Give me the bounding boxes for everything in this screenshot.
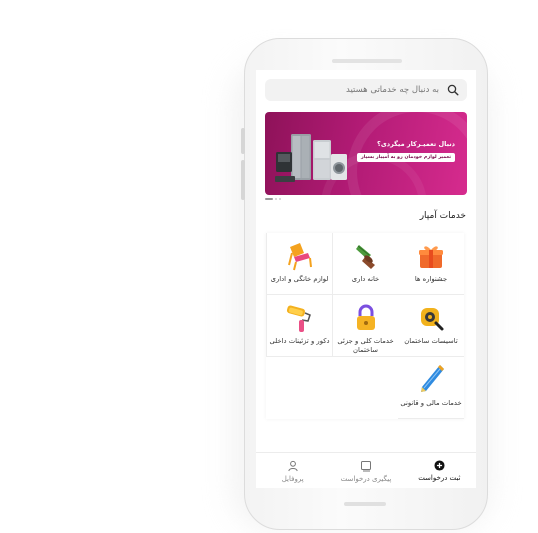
search-bar[interactable] (265, 79, 467, 101)
banner-pagination (265, 198, 281, 200)
service-label: خدمات مالی و قانونی (400, 399, 462, 407)
gift-box-icon (414, 241, 448, 271)
tab-profile[interactable]: پروفایل (256, 453, 329, 488)
service-label: تاسیسات ساختمان (404, 337, 458, 345)
paint-roller-icon (283, 303, 317, 333)
padlock-icon (349, 303, 383, 333)
service-tile-interior-decor[interactable]: دکور و تزئینات داخلی (266, 295, 332, 357)
service-label: جشنواره ها (414, 275, 448, 283)
chair-icon (283, 241, 317, 271)
service-tile-building-installations[interactable]: تاسیسات ساختمان (398, 295, 464, 357)
pagination-dot[interactable] (275, 198, 277, 200)
tab-label: ثبت درخواست (418, 474, 461, 482)
cactus-pot-icon (349, 241, 383, 271)
appliances-image (275, 134, 347, 182)
user-icon (287, 460, 298, 471)
service-tile-financial-legal[interactable]: خدمات مالی و قانونی (398, 357, 464, 419)
pen-icon (414, 365, 448, 395)
service-label: دکور و تزئینات داخلی (269, 337, 330, 345)
service-label: لوازم خانگی و اداری (270, 275, 329, 283)
service-tile-festivals[interactable]: جشنواره ها (398, 233, 464, 295)
plus-circle-icon (434, 460, 445, 471)
search-icon[interactable] (445, 82, 461, 98)
service-label: خدمات کلی و جزئی ساختمان (337, 337, 394, 355)
request-tracking-icon (361, 460, 372, 471)
services-grid: جشنواره ها خانه داری لوازم خانگی و اداری… (266, 233, 464, 419)
tab-submit-request[interactable]: ثبت درخواست (403, 453, 476, 488)
banner-subline: تعمیر لوازم خودمان رو به آمپیار بسپار (357, 153, 455, 162)
pagination-dot[interactable] (279, 198, 281, 200)
service-label: خانه داری (351, 275, 380, 283)
tab-label: پیگیری درخواست (340, 474, 392, 483)
side-button-upper (241, 128, 245, 154)
banner-headline: دنبال تعمیـرکار میگردی؟ (377, 140, 455, 148)
search-input[interactable] (277, 84, 441, 96)
service-tile-housekeeping[interactable]: خانه داری (332, 233, 398, 295)
pagination-dot-active[interactable] (265, 198, 273, 200)
home-indicator (344, 502, 386, 506)
side-button-lower (241, 160, 245, 200)
service-tile-home-office-appliances[interactable]: لوازم خانگی و اداری (266, 233, 332, 295)
service-tile-general-building-services[interactable]: خدمات کلی و جزئی ساختمان (332, 295, 398, 357)
app-screen: دنبال تعمیـرکار میگردی؟ تعمیر لوازم خودم… (256, 70, 476, 488)
phone-speaker (332, 59, 402, 63)
tab-label: پروفایل (281, 474, 304, 483)
promo-banner[interactable]: دنبال تعمیـرکار میگردی؟ تعمیر لوازم خودم… (265, 112, 467, 195)
bottom-tab-bar: ثبت درخواست پیگیری درخواست پروفایل (256, 452, 476, 488)
tab-track-request[interactable]: پیگیری درخواست (329, 453, 402, 488)
section-title: خدمات آمپار (419, 211, 466, 221)
tape-measure-icon (414, 303, 448, 333)
